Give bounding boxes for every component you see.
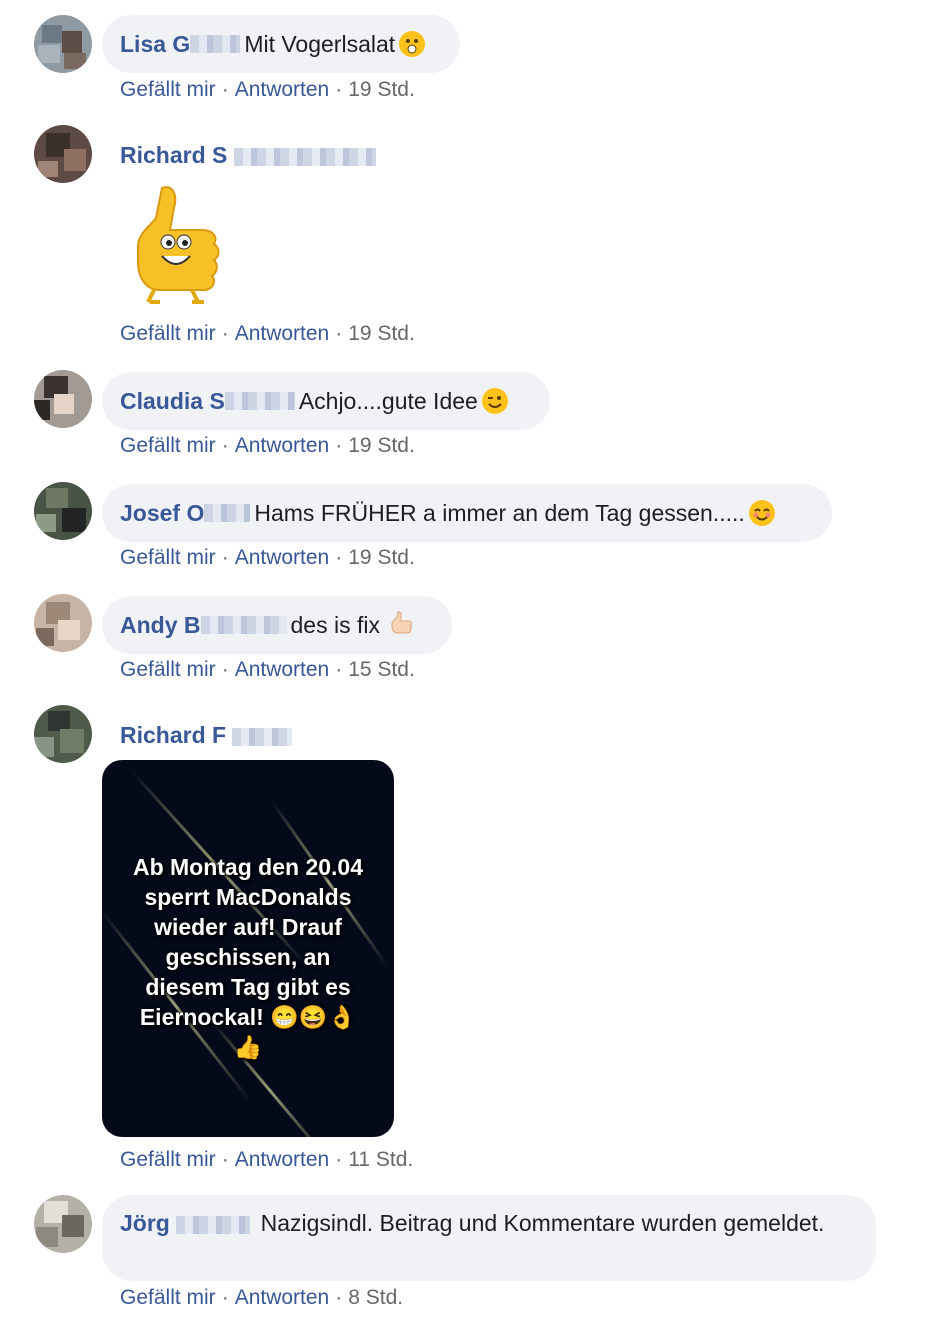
comment-content: Jörg Nazigsindl. Beitrag und Kommentare … (120, 1209, 858, 1237)
reply-link[interactable]: Antworten (235, 1148, 330, 1171)
comment-text: des is fix (290, 611, 380, 638)
comment-actions: Gefällt mir · Antworten · 19 Std. (120, 546, 415, 570)
image-text-line: wieder auf! Drauf (154, 914, 342, 940)
reply-link[interactable]: Antworten (235, 78, 330, 101)
author-name[interactable]: Claudia S (120, 388, 225, 415)
comment-text: Achjo....gute Idee (298, 387, 478, 414)
avatar[interactable] (34, 370, 92, 428)
image-text-line: Eiernockal! 😁😆👌 (139, 1004, 357, 1030)
redacted-name (224, 392, 295, 410)
like-link[interactable]: Gefällt mir (120, 1148, 216, 1171)
comment-actions: Gefällt mir · Antworten · 11 Std. (120, 1148, 413, 1172)
comment-bubble: Jörg Nazigsindl. Beitrag und Kommentare … (102, 1195, 876, 1281)
like-link[interactable]: Gefällt mir (120, 322, 216, 345)
winking-face-emoji-icon (481, 388, 508, 414)
separator: · (221, 546, 229, 569)
separator: · (335, 658, 343, 681)
comment-actions: Gefällt mir · Antworten · 15 Std. (120, 658, 415, 682)
like-link[interactable]: Gefällt mir (120, 1286, 216, 1309)
comment-text: Nazigsindl. Beitrag und Kommentare wurde… (260, 1210, 825, 1236)
comment-bubble: Andy B des is fix (102, 596, 452, 654)
redacted-name (190, 35, 241, 53)
avatar[interactable] (34, 594, 92, 652)
redacted-name (176, 1215, 251, 1234)
redacted-name (232, 727, 293, 746)
comment-bubble: Josef O Hams FRÜHER a immer an dem Tag g… (102, 484, 832, 542)
comment-actions: Gefällt mir · Antworten · 19 Std. (120, 78, 415, 102)
timestamp[interactable]: 19 Std. (348, 322, 415, 345)
timestamp[interactable]: 15 Std. (348, 658, 415, 681)
comment-text: Hams FRÜHER a immer an dem Tag gessen...… (254, 499, 745, 526)
author-name[interactable]: Richard S (120, 142, 227, 168)
timestamp[interactable]: 8 Std. (348, 1286, 403, 1309)
author-name[interactable]: Lisa G (120, 31, 190, 58)
redacted-name (233, 147, 376, 166)
author-row: Richard F (120, 722, 296, 749)
separator: · (221, 78, 229, 101)
avatar[interactable] (34, 15, 92, 73)
comment-bubble: Claudia S Achjo....gute Idee (102, 372, 550, 430)
timestamp[interactable]: 19 Std. (348, 546, 415, 569)
separator: · (335, 78, 343, 101)
reply-link[interactable]: Antworten (235, 434, 330, 457)
smiling-face-emoji-icon (748, 500, 775, 526)
avatar[interactable] (34, 705, 92, 763)
image-text-line: sperrt MacDonalds (144, 884, 352, 910)
astonished-emoji-icon (399, 31, 426, 57)
redacted-name (200, 616, 287, 634)
author-name[interactable]: Richard F (120, 722, 226, 748)
redacted-name (204, 504, 251, 522)
timestamp[interactable]: 11 Std. (348, 1148, 413, 1171)
separator: · (335, 1148, 343, 1171)
author-name[interactable]: Jörg (120, 1210, 170, 1236)
reply-link[interactable]: Antworten (235, 1286, 330, 1309)
comment-bubble: Lisa G Mit Vogerlsalat (102, 15, 460, 73)
separator: · (335, 322, 343, 345)
comment-actions: Gefällt mir · Antworten · 8 Std. (120, 1286, 403, 1310)
comment-actions: Gefällt mir · Antworten · 19 Std. (120, 322, 415, 346)
separator: · (335, 434, 343, 457)
avatar[interactable] (34, 482, 92, 540)
reply-link[interactable]: Antworten (235, 322, 330, 345)
separator: · (335, 1286, 343, 1309)
timestamp[interactable]: 19 Std. (348, 78, 415, 101)
thumbs-up-sticker-icon (137, 186, 220, 304)
comment-text: Mit Vogerlsalat (244, 30, 396, 57)
image-text-line: geschissen, an (165, 944, 331, 970)
comment-actions: Gefällt mir · Antworten · 19 Std. (120, 434, 415, 458)
thumbs-up-emoji-icon (388, 609, 414, 641)
separator: · (221, 658, 229, 681)
image-text: Ab Montag den 20.04 sperrt MacDonalds wi… (102, 852, 394, 1062)
comment-image[interactable]: Ab Montag den 20.04 sperrt MacDonalds wi… (102, 760, 394, 1137)
author-name[interactable]: Andy B (120, 612, 201, 639)
image-text-line: diesem Tag gibt es (145, 974, 351, 1000)
avatar[interactable] (34, 1195, 92, 1253)
separator: · (221, 1148, 229, 1171)
reply-link[interactable]: Antworten (235, 658, 330, 681)
author-row: Richard S (120, 142, 380, 169)
separator: · (221, 1286, 229, 1309)
image-text-line: 👍 (233, 1034, 263, 1060)
like-link[interactable]: Gefällt mir (120, 78, 216, 101)
image-text-line: Ab Montag den 20.04 (132, 854, 364, 880)
like-link[interactable]: Gefällt mir (120, 658, 216, 681)
like-link[interactable]: Gefällt mir (120, 546, 216, 569)
avatar[interactable] (34, 125, 92, 183)
separator: · (221, 434, 229, 457)
separator: · (335, 546, 343, 569)
timestamp[interactable]: 19 Std. (348, 434, 415, 457)
like-link[interactable]: Gefällt mir (120, 434, 216, 457)
separator: · (221, 322, 229, 345)
author-name[interactable]: Josef O (120, 500, 204, 527)
reply-link[interactable]: Antworten (235, 546, 330, 569)
